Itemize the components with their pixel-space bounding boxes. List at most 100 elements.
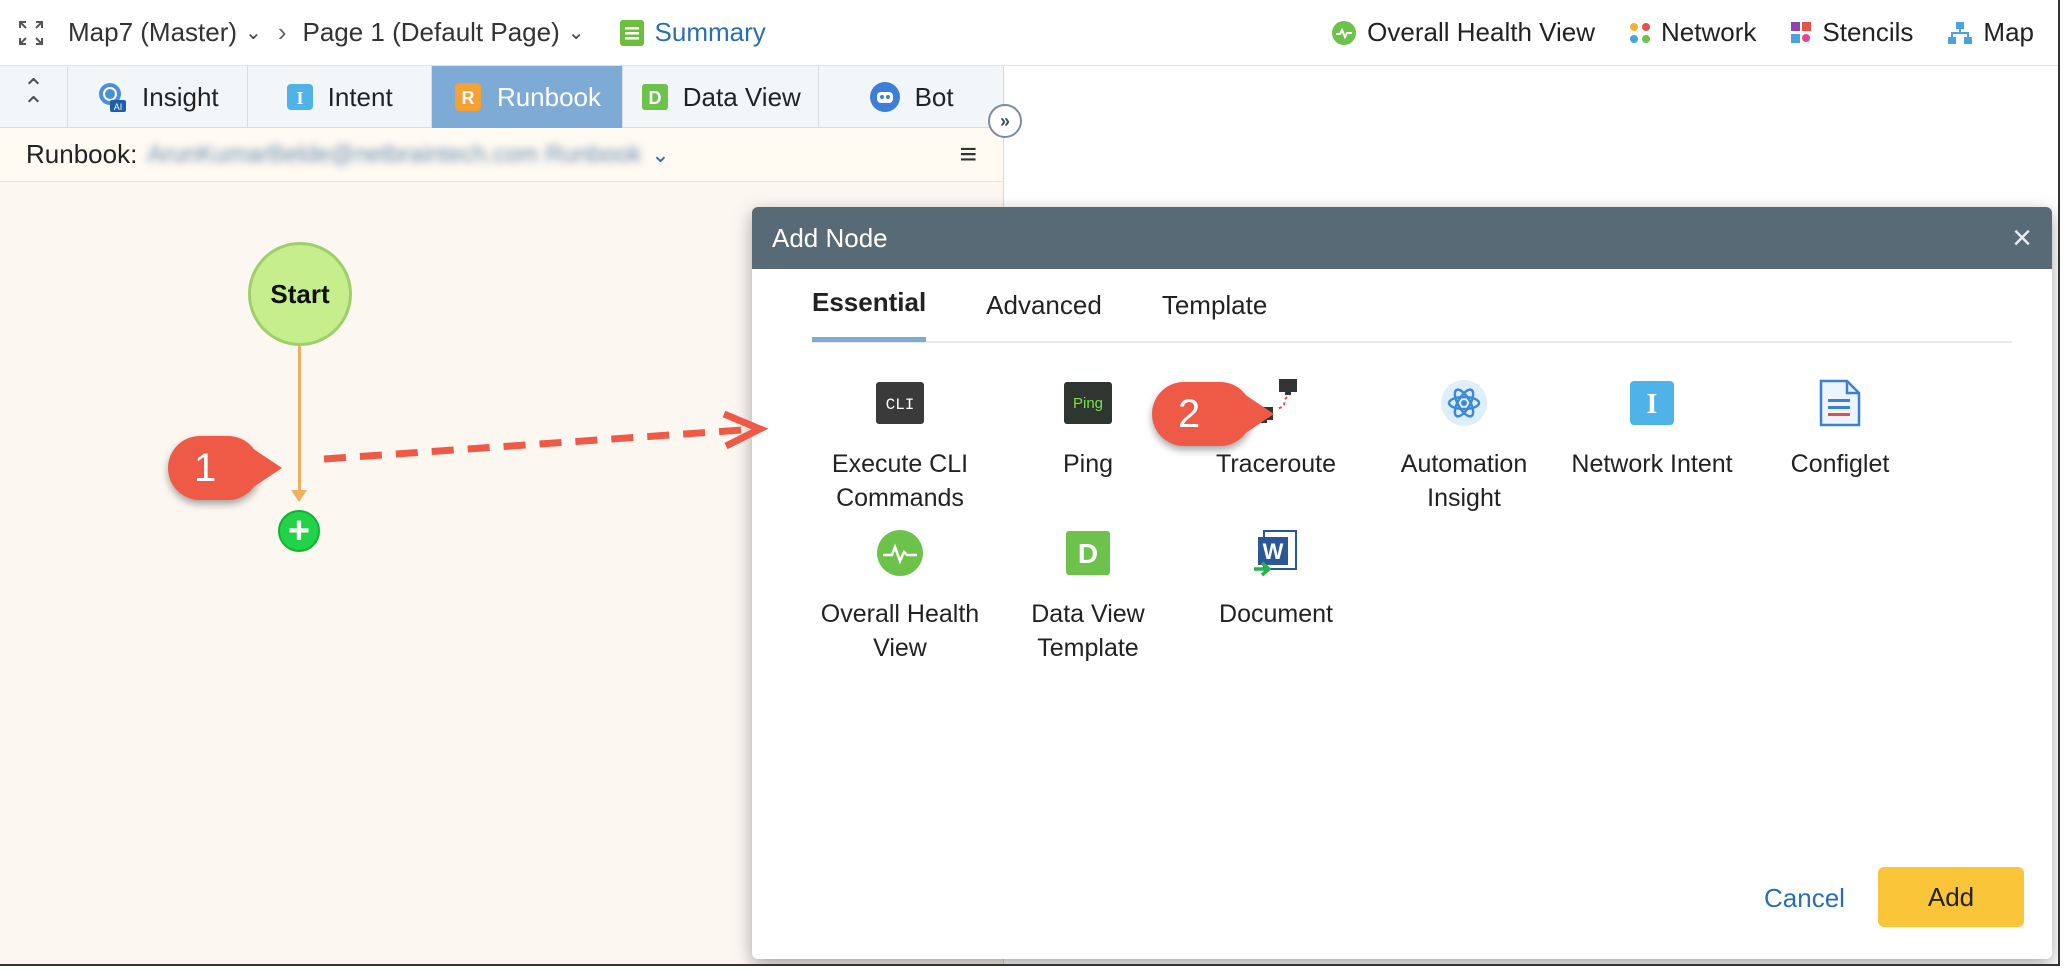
node-configlet[interactable]: Configlet xyxy=(1750,377,1930,481)
hamburger-menu-icon[interactable]: ≡ xyxy=(959,138,977,172)
top-bar: Map7 (Master) ⌄ › Page 1 (Default Page) … xyxy=(0,0,2058,66)
intent-icon: I xyxy=(286,84,313,110)
configlet-icon xyxy=(1814,377,1866,429)
node-ping[interactable]: Ping Ping xyxy=(998,377,1178,481)
node-data-view-template[interactable]: D Data View Template xyxy=(998,527,1178,665)
chevron-down-icon[interactable]: ⌄ xyxy=(651,142,669,168)
node-document[interactable]: W Document xyxy=(1186,527,1366,631)
tab-insight[interactable]: AI Insight xyxy=(68,66,248,128)
connector-arrow-icon xyxy=(291,490,307,502)
word-document-icon: W xyxy=(1250,527,1302,579)
network-intent-icon: I xyxy=(1626,377,1678,429)
map-label: Map xyxy=(1983,17,2034,47)
breadcrumb-page[interactable]: Page 1 (Default Page) ⌄ xyxy=(296,17,590,48)
svg-text:CLI: CLI xyxy=(886,396,915,414)
health-icon xyxy=(1332,20,1357,45)
flow-connector xyxy=(298,346,301,500)
node-network-intent-label: Network Intent xyxy=(1571,450,1733,478)
chevron-down-icon: ⌄ xyxy=(245,22,262,44)
callout-step-1-label: 1 xyxy=(194,445,217,490)
health-icon xyxy=(874,527,926,579)
bot-icon xyxy=(869,82,900,112)
overall-health-view-button[interactable]: Overall Health View xyxy=(1331,17,1595,48)
map-name: Map7 (Master) xyxy=(68,17,238,47)
node-document-label: Document xyxy=(1219,600,1333,628)
chevron-down-icon: ⌄ xyxy=(567,22,585,44)
add-button[interactable]: Add xyxy=(1878,867,2024,927)
stencils-button[interactable]: Stencils xyxy=(1790,17,1913,48)
runbook-icon: R xyxy=(454,83,481,111)
panel-tabs: ⌃ ⌃ AI Insight I Intent R Runbook D Data … xyxy=(0,66,1003,128)
network-button[interactable]: Network xyxy=(1629,17,1756,48)
ping-icon: Ping xyxy=(1062,377,1114,429)
breadcrumb-map[interactable]: Map7 (Master) ⌄ xyxy=(62,17,268,48)
node-automation-insight[interactable]: Automation Insight xyxy=(1374,377,1554,515)
add-node-plus-button[interactable]: + xyxy=(278,510,320,552)
tab-insight-label: Insight xyxy=(142,81,219,112)
node-overall-health-view[interactable]: Overall Health View xyxy=(810,527,990,665)
svg-text:Ping: Ping xyxy=(1073,395,1103,412)
svg-text:I: I xyxy=(296,88,303,108)
data-view-icon: D xyxy=(641,84,668,110)
tab-runbook[interactable]: R Runbook xyxy=(431,66,624,128)
runbook-selector-row: Runbook: ArunKumarBelde@netbraintech.com… xyxy=(0,128,1003,182)
node-automation-insight-label: Automation Insight xyxy=(1400,450,1528,512)
svg-text:AI: AI xyxy=(114,102,123,112)
svg-text:D: D xyxy=(648,88,661,108)
overall-health-view-label: Overall Health View xyxy=(1367,17,1596,47)
node-execute-cli[interactable]: CLI Execute CLI Commands xyxy=(810,377,990,515)
cancel-button[interactable]: Cancel xyxy=(1764,883,1845,914)
callout-step-1: 1 xyxy=(168,436,282,500)
start-node-label: Start xyxy=(270,278,330,309)
close-icon[interactable]: × xyxy=(2012,219,2032,258)
node-network-intent[interactable]: I Network Intent xyxy=(1562,377,1742,481)
tab-intent-label: Intent xyxy=(327,81,393,112)
dialog-title: Add Node xyxy=(772,222,888,253)
network-label: Network xyxy=(1661,17,1757,47)
runbook-label: Runbook: xyxy=(26,139,138,169)
stencils-label: Stencils xyxy=(1822,17,1914,47)
node-traceroute-label: Traceroute xyxy=(1216,450,1336,478)
expand-icon[interactable] xyxy=(0,20,62,46)
runbook-name[interactable]: ArunKumarBelde@netbraintech.com Runbook xyxy=(147,141,641,169)
map-icon xyxy=(1948,21,1973,44)
plus-icon: + xyxy=(287,510,311,552)
node-data-view-template-label: Data View Template xyxy=(1031,600,1145,662)
tab-bot-label: Bot xyxy=(914,81,954,112)
expand-panel-button[interactable]: » xyxy=(988,104,1022,138)
tab-essential[interactable]: Essential xyxy=(812,268,927,342)
tab-advanced[interactable]: Advanced xyxy=(986,268,1102,342)
node-configlet-label: Configlet xyxy=(1790,450,1890,478)
tab-runbook-label: Runbook xyxy=(496,81,602,112)
tab-data-view[interactable]: D Data View xyxy=(623,66,820,128)
collapse-panel-button[interactable]: ⌃ ⌃ xyxy=(0,66,68,128)
insight-ai-icon: AI xyxy=(99,83,127,112)
start-node[interactable]: Start xyxy=(248,242,352,346)
svg-text:R: R xyxy=(461,88,474,108)
tab-intent[interactable]: I Intent xyxy=(248,66,432,128)
svg-text:D: D xyxy=(1078,538,1098,569)
summary-link[interactable]: Summary xyxy=(591,17,766,48)
add-node-dialog: Add Node × Essential Advanced Template C… xyxy=(752,207,2052,959)
callout-step-2-label: 2 xyxy=(1178,391,1201,436)
cli-icon: CLI xyxy=(874,377,926,429)
automation-insight-icon xyxy=(1438,377,1490,429)
node-overall-health-view-label: Overall Health View xyxy=(820,600,980,662)
summary-label: Summary xyxy=(654,17,766,47)
node-ping-label: Ping xyxy=(1062,450,1114,478)
tab-template[interactable]: Template xyxy=(1162,268,1268,342)
data-view-icon: D xyxy=(1062,527,1114,579)
map-button[interactable]: Map xyxy=(1947,17,2034,48)
page-name: Page 1 (Default Page) xyxy=(302,17,560,47)
node-execute-cli-label: Execute CLI Commands xyxy=(831,450,969,512)
double-chevron-up-icon: ⌃ ⌃ xyxy=(22,73,45,121)
breadcrumb-separator-icon: › xyxy=(277,17,287,47)
double-chevron-right-icon: » xyxy=(999,110,1010,131)
summary-icon xyxy=(619,19,644,46)
svg-text:W: W xyxy=(1263,539,1284,564)
tab-bot[interactable]: Bot xyxy=(819,66,1003,128)
dialog-tabs: Essential Advanced Template xyxy=(812,269,2012,343)
dialog-header: Add Node × xyxy=(752,207,2052,269)
app-window: Map7 (Master) ⌄ › Page 1 (Default Page) … xyxy=(0,0,2060,966)
stencils-icon xyxy=(1791,21,1812,43)
